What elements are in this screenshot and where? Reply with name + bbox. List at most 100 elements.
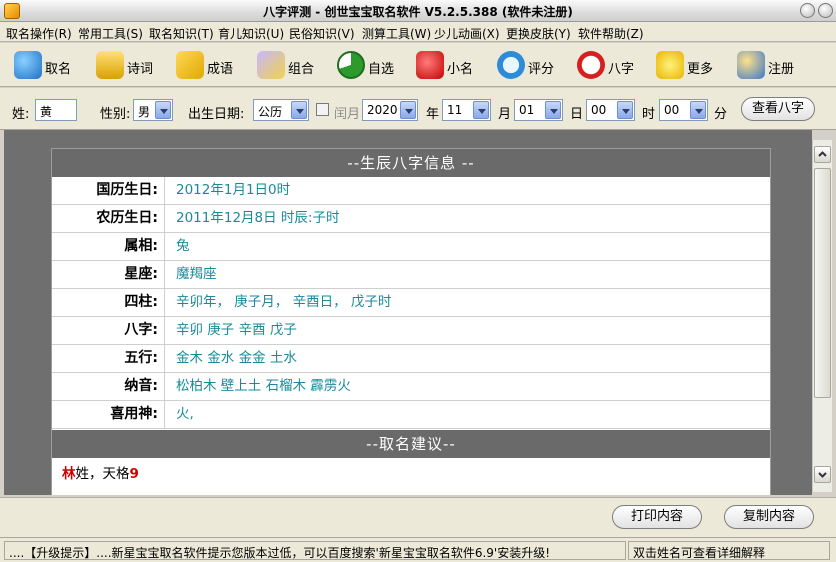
toolbar: 取名 诗词 成语 组合 自选 小名 评分 八字 更多 注册: [0, 43, 836, 87]
gender-label: 性别:: [100, 107, 131, 122]
year-select[interactable]: 2020: [362, 99, 418, 121]
leap-month-label: 闰月: [334, 107, 361, 122]
toolbar-bazi-button[interactable]: 八字: [577, 49, 643, 81]
title-bar: 八字评测 - 创世宝宝取名软件 V5.2.5.388 (软件未注册): [0, 0, 836, 22]
info-value: 火,: [176, 406, 194, 422]
info-row-lunar: 农历生日: 2011年12月8日 时辰:子时: [52, 205, 770, 233]
toolbar-score-button[interactable]: 评分: [497, 49, 563, 81]
toolbar-register-button[interactable]: 注册: [737, 49, 803, 81]
info-key: 喜用神:: [52, 401, 165, 428]
toolbar-label: 诗词: [127, 62, 154, 77]
bazi-section-header: --生辰八字信息 --: [52, 149, 770, 177]
info-value: 松柏木 壁上土 石榴木 霹雳火: [176, 378, 351, 394]
print-button[interactable]: 打印内容: [612, 505, 702, 529]
month-select[interactable]: 11: [442, 99, 491, 121]
minute-select[interactable]: 00: [659, 99, 708, 121]
content-area: --生辰八字信息 -- 国历生日: 2012年1月1日0时 农历生日: 2011…: [4, 130, 812, 495]
info-key: 国历生日:: [52, 177, 165, 204]
minute-value: 00: [664, 103, 680, 117]
info-key: 四柱:: [52, 289, 165, 316]
info-value: 金木 金水 金金 土水: [176, 350, 297, 366]
leap-month-checkbox[interactable]: [316, 103, 329, 116]
copy-button[interactable]: 复制内容: [724, 505, 814, 529]
toolbar-naming-button[interactable]: 取名: [14, 49, 80, 81]
toolbar-nickname-button[interactable]: 小名: [416, 49, 482, 81]
surname-input[interactable]: 黄: [35, 99, 77, 121]
naming-section-header: --取名建议--: [52, 430, 770, 458]
menu-item-naming[interactable]: 取名操作(R): [6, 25, 72, 42]
menu-item-skin[interactable]: 更换皮肤(Y): [506, 25, 571, 42]
info-row-five-elements: 五行: 金木 金水 金金 土水: [52, 345, 770, 373]
window-title: 八字评测 - 创世宝宝取名软件 V5.2.5.388 (软件未注册): [263, 5, 573, 19]
info-key: 五行:: [52, 345, 165, 372]
scroll-down-button[interactable]: [814, 466, 831, 483]
toolbar-label: 组合: [288, 62, 315, 77]
info-key: 纳音:: [52, 373, 165, 400]
info-row-constellation: 星座: 魔羯座: [52, 261, 770, 289]
naming-suggestion[interactable]: 林姓，天格9: [62, 462, 139, 482]
scroll-icon: [96, 51, 124, 79]
toolbar-idiom-button[interactable]: 成语: [176, 49, 242, 81]
menu-item-tools[interactable]: 常用工具(S): [78, 25, 143, 42]
day-label: 日: [570, 107, 584, 122]
close-button[interactable]: [818, 3, 833, 18]
minimize-button[interactable]: [800, 3, 815, 18]
info-value: 辛卯年， 庚子月， 辛酉日， 戊子时: [176, 294, 392, 310]
month-value: 11: [447, 103, 463, 117]
hour-select[interactable]: 00: [586, 99, 635, 121]
info-row-nayin: 纳音: 松柏木 壁上土 石榴木 霹雳火: [52, 373, 770, 401]
year-value: 2020: [367, 103, 398, 117]
toolbar-combine-button[interactable]: 组合: [257, 49, 323, 81]
toolbar-more-button[interactable]: 更多: [656, 49, 722, 81]
chevron-down-icon: [617, 101, 633, 119]
pie-icon: [337, 51, 365, 79]
toolbar-custom-button[interactable]: 自选: [337, 49, 403, 81]
users-icon: [737, 51, 765, 79]
year-label: 年: [426, 107, 440, 122]
view-bazi-button[interactable]: 查看八字: [741, 97, 815, 121]
info-row-favorable-god: 喜用神: 火,: [52, 401, 770, 429]
info-value: 辛卯 庚子 辛酉 戊子: [176, 322, 297, 338]
info-value: 2011年12月8日 时辰:子时: [176, 210, 340, 226]
chevron-down-icon: [291, 101, 307, 119]
suggestion-number: 9: [129, 466, 139, 482]
vertical-scrollbar[interactable]: [812, 140, 832, 492]
minute-label: 分: [714, 107, 728, 122]
toolbar-label: 自选: [368, 62, 395, 77]
info-row-zodiac: 属相: 兔: [52, 233, 770, 261]
chevron-up-icon: [818, 151, 827, 157]
menu-item-parenting[interactable]: 育儿知识(U): [218, 25, 284, 42]
scroll-thumb[interactable]: [814, 168, 831, 398]
day-select[interactable]: 01: [514, 99, 563, 121]
menu-bar: 取名操作(R) 常用工具(S) 取名知识(T) 育儿知识(U) 民俗知识(V) …: [0, 22, 836, 42]
toolbar-label: 更多: [687, 62, 714, 77]
day-value: 01: [519, 103, 535, 117]
star-icon: [656, 51, 684, 79]
chevron-down-icon: [155, 101, 171, 119]
menu-item-folk[interactable]: 民俗知识(V): [289, 25, 355, 42]
calendar-type-value: 公历: [258, 105, 283, 119]
toolbar-label: 小名: [447, 62, 474, 77]
info-value: 魔羯座: [176, 266, 217, 282]
info-value: 2012年1月1日0时: [176, 182, 291, 198]
birth-date-label: 出生日期:: [188, 107, 245, 122]
chevron-down-icon: [818, 472, 827, 478]
gender-value: 男: [138, 105, 151, 119]
gender-select[interactable]: 男: [133, 99, 173, 121]
menu-item-animation[interactable]: 少儿动画(X): [434, 25, 500, 42]
calendar-type-select[interactable]: 公历: [253, 99, 309, 121]
status-hint: 双击姓名可查看详细解释: [628, 541, 830, 560]
month-label: 月: [498, 107, 512, 122]
bottom-bar: 打印内容 复制内容: [0, 497, 836, 537]
scroll-up-button[interactable]: [814, 146, 831, 163]
status-bar: ....【升级提示】....新星宝宝取名软件提示您版本过低，可以百度搜索'新星宝…: [0, 537, 836, 562]
toolbar-poetry-button[interactable]: 诗词: [96, 49, 162, 81]
toolbar-label: 评分: [528, 62, 555, 77]
people-icon: [14, 51, 42, 79]
chevron-down-icon: [690, 101, 706, 119]
menu-item-help[interactable]: 软件帮助(Z): [578, 25, 644, 42]
menu-item-calc[interactable]: 测算工具(W): [362, 25, 431, 42]
menu-item-naming-knowledge[interactable]: 取名知识(T): [149, 25, 214, 42]
hour-value: 00: [591, 103, 607, 117]
toolbar-label: 取名: [45, 62, 72, 77]
